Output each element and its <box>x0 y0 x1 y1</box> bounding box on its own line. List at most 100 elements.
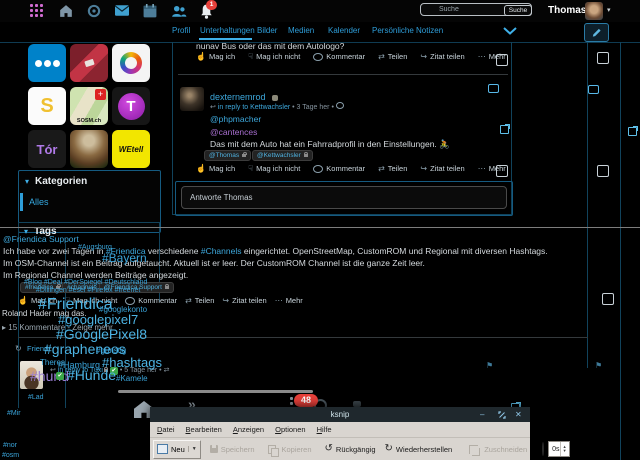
horizontal-scrollbar-thumb[interactable] <box>118 390 313 393</box>
user-menu-caret-icon[interactable]: ▾ <box>607 6 611 14</box>
app-tile-shield[interactable] <box>70 44 108 82</box>
post4-flag-icon[interactable]: ⚑ <box>486 361 493 370</box>
user-name[interactable]: Thomas <box>548 5 586 16</box>
dislike-button[interactable]: ☟Mag ich nicht <box>248 164 300 173</box>
post2-mention1[interactable]: @phpmacher <box>210 114 261 124</box>
more-button[interactable]: ⋯Mehr <box>275 296 303 305</box>
reply-to-link[interactable]: Kettwachsler <box>250 104 290 111</box>
help-ring-icon[interactable] <box>87 4 101 18</box>
gutter-checkbox[interactable] <box>602 293 614 305</box>
post3-author[interactable]: @Friendica Support <box>3 234 79 244</box>
post2-tag-pill[interactable]: @Kettwachsler <box>252 150 313 161</box>
tab-medien[interactable]: Medien <box>288 26 314 35</box>
quote-share-button[interactable]: ↪Zitat teilen <box>222 296 266 305</box>
search-button[interactable]: Suche <box>504 5 532 16</box>
comment-button[interactable]: Kommentar <box>125 296 177 305</box>
tag-cloud-item[interactable]: #Lad <box>28 394 44 401</box>
ksnip-titlebar[interactable]: ksnip – ✕ <box>150 407 530 422</box>
app-tile-wetell[interactable]: WEtell <box>112 130 150 168</box>
groups-icon[interactable] <box>171 4 187 18</box>
hashtag-link[interactable]: #Channels <box>201 246 242 256</box>
tab-bilder[interactable]: Bilder <box>257 26 277 35</box>
menu-optionen[interactable]: Optionen <box>275 425 305 434</box>
copy-button[interactable]: Kopieren <box>268 445 312 454</box>
post2-comment-bubble-icon[interactable] <box>488 84 499 93</box>
chevron-down-icon[interactable] <box>503 27 517 35</box>
post2-avatar[interactable] <box>180 87 204 111</box>
tag-cloud-item[interactable]: #Dillingen #esel #Firefox #freenet <box>36 287 140 294</box>
post1-checkbox[interactable] <box>496 54 508 66</box>
section-separator <box>0 227 640 228</box>
app-tile-qwant[interactable] <box>112 44 150 82</box>
gutter-comment-bubble-icon[interactable] <box>588 85 599 94</box>
gutter-flag-icon[interactable]: ⚑ <box>595 361 602 370</box>
comment-button[interactable]: Kommentar <box>313 52 365 61</box>
user-avatar[interactable] <box>585 2 603 20</box>
dropdown-arrow-icon[interactable]: ▼ <box>188 446 197 452</box>
post2-checkbox[interactable] <box>496 165 508 177</box>
gutter-checkbox[interactable] <box>597 52 609 64</box>
comment-input[interactable] <box>181 186 507 209</box>
tag-cloud-item[interactable]: #günstig <box>96 346 126 355</box>
collapse-caret-icon[interactable]: ▾ <box>25 177 29 186</box>
tag-cloud-item[interactable]: #Bayern <box>102 251 147 265</box>
gutter-external-link-icon[interactable] <box>628 127 637 136</box>
app-tile-tor[interactable]: Tór <box>28 130 66 168</box>
home-icon[interactable] <box>59 4 73 18</box>
category-alles[interactable]: Alles <box>29 197 49 207</box>
like-button[interactable]: ☝Mag ich <box>196 164 235 173</box>
app-tile-t[interactable]: T <box>112 87 150 125</box>
tag-cloud-item[interactable]: #Augsburg <box>78 244 112 251</box>
tag-cloud-item[interactable]: #Blog #Deal #DerSpiegel #Deutschland <box>24 279 147 286</box>
like-button[interactable]: ☝Mag ich <box>196 52 235 61</box>
menu-hilfe[interactable]: Hilfe <box>317 425 332 434</box>
calendar-icon[interactable] <box>143 4 157 18</box>
share-button[interactable]: ⇄Teilen <box>378 164 407 173</box>
app-tile-nextcloud[interactable] <box>28 44 66 82</box>
quote-share-button[interactable]: ↪Zitat teilen <box>420 52 464 61</box>
spinbox-arrows[interactable]: ▲▼ <box>560 442 569 456</box>
tag-cloud-item[interactable]: #GooglePixel8 <box>56 326 147 342</box>
close-button[interactable]: ✕ <box>515 410 522 419</box>
maximize-button[interactable] <box>498 411 506 419</box>
tag-cloud-item[interactable]: #googlepixel7 <box>58 312 138 327</box>
gutter-checkbox[interactable] <box>597 165 609 177</box>
save-button[interactable]: Speichern <box>210 445 255 454</box>
post2-external-link-icon[interactable] <box>500 125 509 134</box>
share-button[interactable]: ⇄Teilen <box>185 296 214 305</box>
tab-profil[interactable]: Profil <box>172 26 190 35</box>
dislike-button[interactable]: ☟Mag ich nicht <box>248 52 300 61</box>
post2-mention2[interactable]: @cantences <box>210 127 257 137</box>
pencil-icon <box>591 27 602 38</box>
menu-bearbeiten[interactable]: Bearbeiten <box>186 425 222 434</box>
quote-share-button[interactable]: ↪Zitat teilen <box>420 164 464 173</box>
tab-kalender[interactable]: Kalender <box>328 26 360 35</box>
post2-author[interactable]: dexternemrod <box>210 92 266 102</box>
tag-cloud-item[interactable]: #Hunde <box>67 367 116 383</box>
mail-icon[interactable] <box>115 5 129 16</box>
thumbs-down-icon: ☟ <box>248 53 253 61</box>
minimize-button[interactable]: – <box>480 410 484 419</box>
delay-spinbox[interactable]: 0s▲▼ <box>548 441 569 457</box>
crop-button[interactable]: Zuschneiden <box>469 445 527 454</box>
redo-button[interactable]: ↻Wiederherstellen <box>385 444 453 454</box>
new-screenshot-button[interactable]: Neu▼ <box>153 440 201 459</box>
post2-tag-pill[interactable]: @Thomas <box>204 150 251 161</box>
tag-cloud-item[interactable]: #Kamele <box>116 374 148 383</box>
tor-logo: Tór <box>37 142 58 157</box>
app-tile-s[interactable]: S <box>28 87 66 125</box>
menu-anzeigen[interactable]: Anzeigen <box>233 425 264 434</box>
menu-datei[interactable]: Datei <box>157 425 175 434</box>
app-tile-sosm[interactable]: +SOSM.ch <box>70 87 108 125</box>
new-post-button[interactable] <box>584 23 609 42</box>
comment-button[interactable]: Kommentar <box>313 164 365 173</box>
tab-unterhaltungen[interactable]: Unterhaltungen <box>200 26 255 35</box>
tab-persoenliche-notizen[interactable]: Persönliche Notizen <box>372 26 443 35</box>
comment-bubble-icon <box>313 53 323 61</box>
tag-cloud-item[interactable]: #osm <box>2 452 19 459</box>
tag-cloud-item[interactable]: #Mir <box>7 410 21 417</box>
share-button[interactable]: ⇄Teilen <box>378 52 407 61</box>
post2-network-icon <box>272 95 278 101</box>
undo-button[interactable]: ↺Rückgängig <box>325 444 376 454</box>
app-tile-viking[interactable] <box>70 130 108 168</box>
